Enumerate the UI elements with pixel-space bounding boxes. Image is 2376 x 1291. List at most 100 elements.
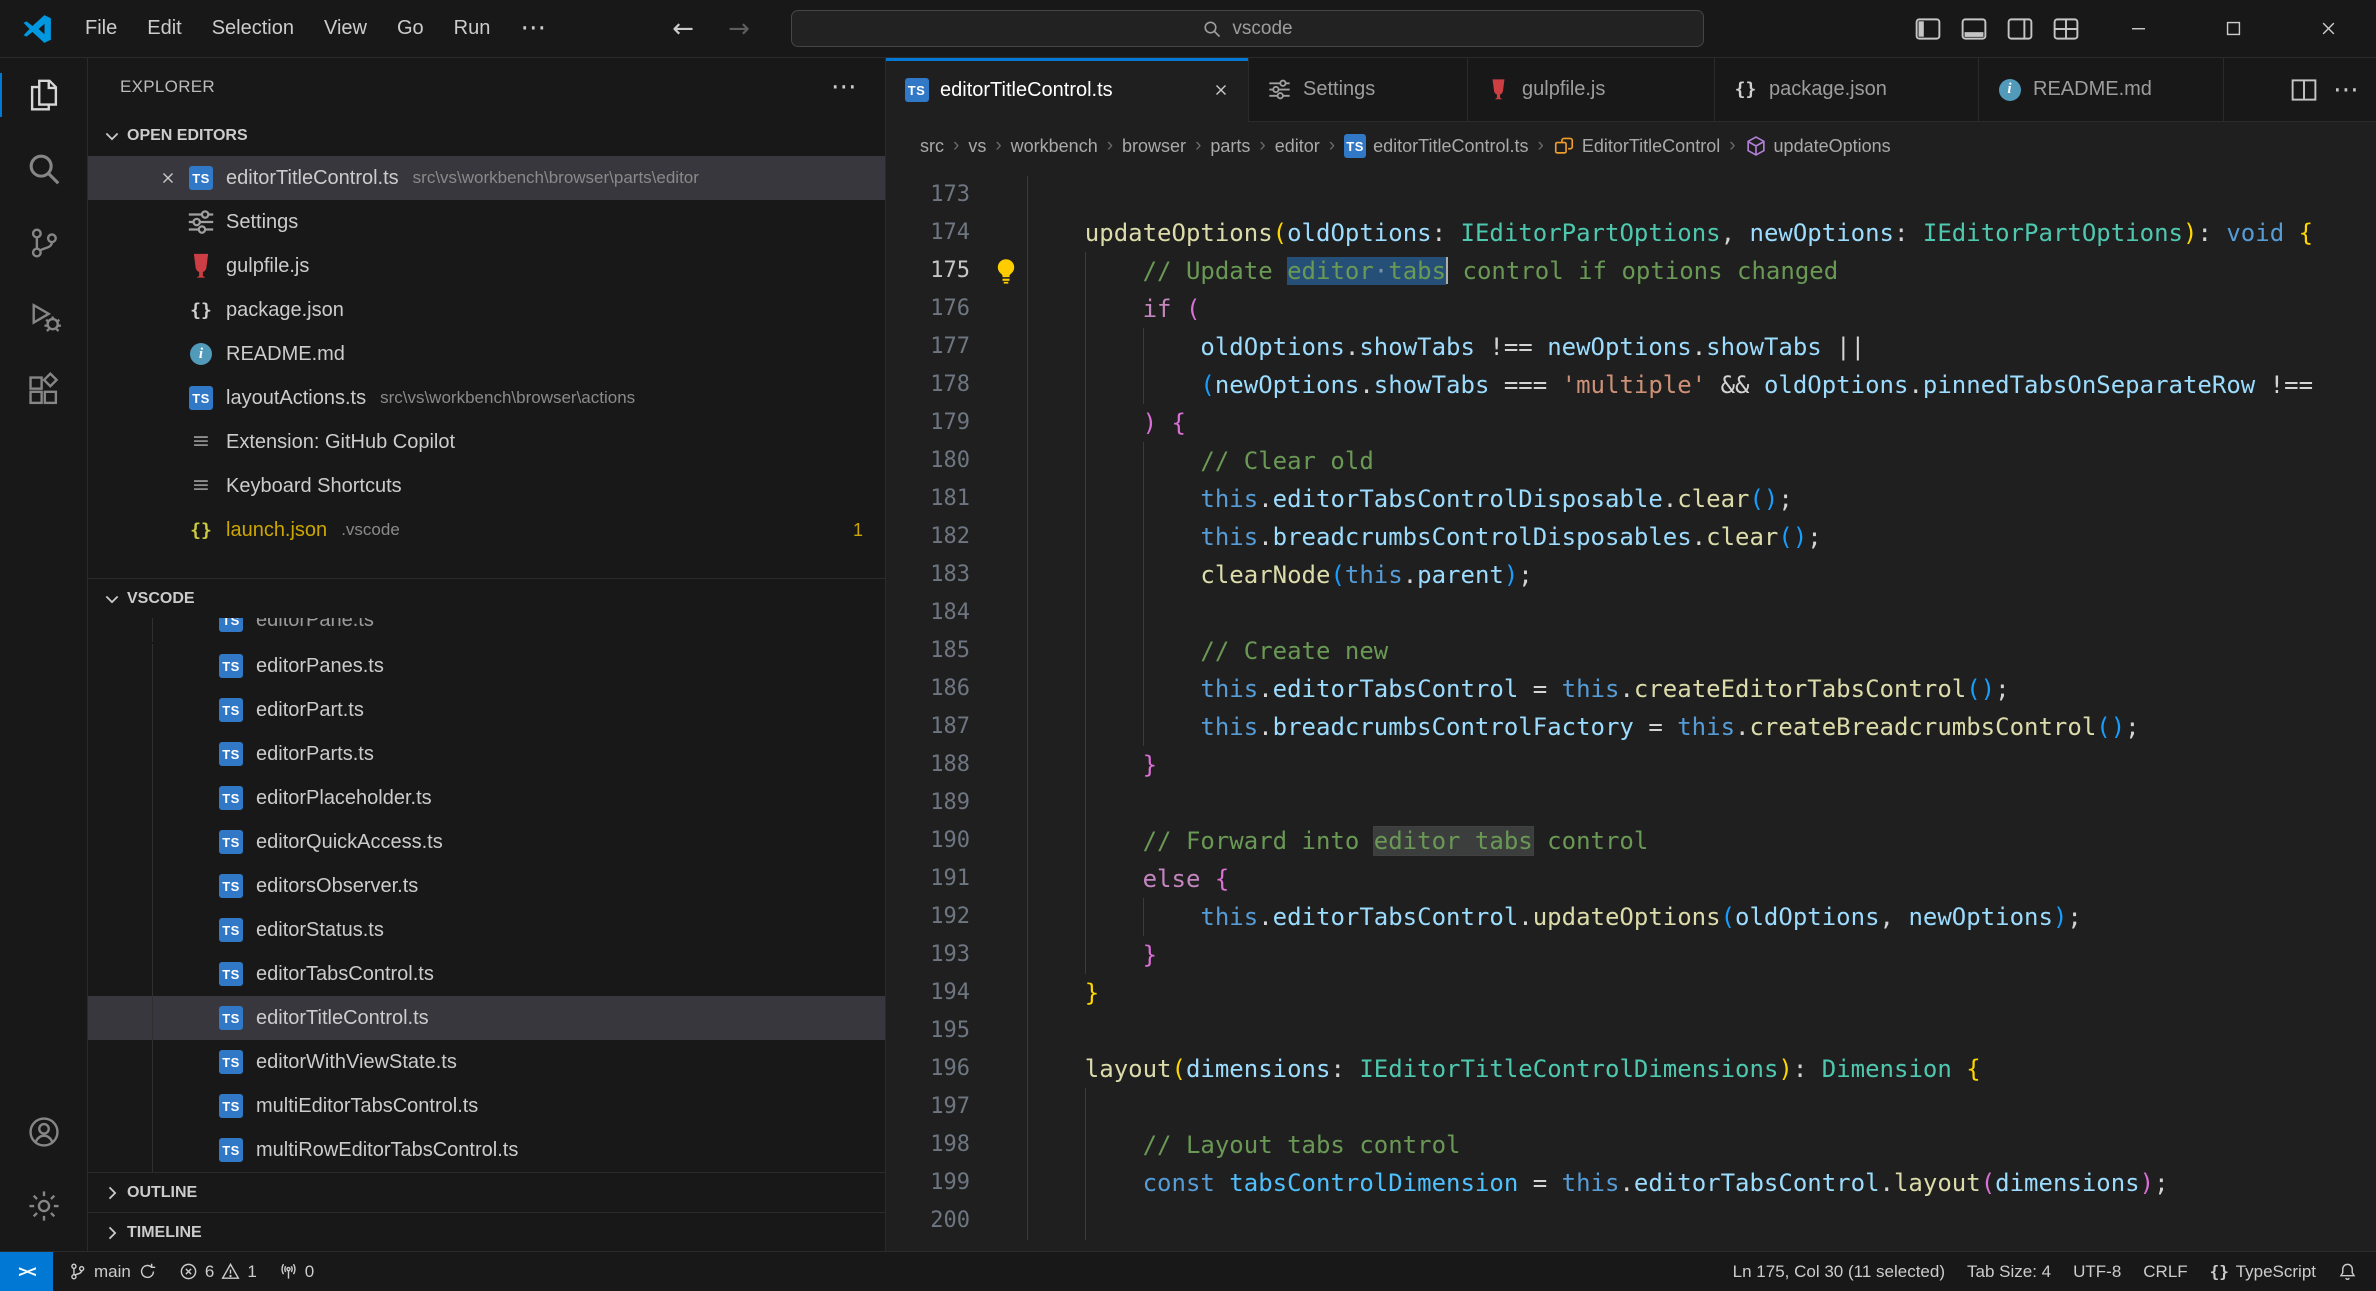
open-editor-item[interactable]: ≡ Keyboard Shortcuts bbox=[88, 464, 885, 508]
open-editor-item[interactable]: ≡ Extension: GitHub Copilot bbox=[88, 420, 885, 464]
code-line[interactable]: 180 // Clear old bbox=[886, 442, 2376, 480]
code-line[interactable]: 174 updateOptions(oldOptions: IEditorPart… bbox=[886, 214, 2376, 252]
tree-item[interactable]: TS multiEditorTabsControl.ts bbox=[88, 1084, 885, 1128]
breadcrumb-item[interactable]: EditorTitleControl bbox=[1553, 135, 1720, 157]
command-center-search[interactable]: vscode bbox=[791, 10, 1704, 47]
tab-gulpfile-js[interactable]: gulpfile.js bbox=[1468, 58, 1715, 121]
close-editor-button[interactable] bbox=[150, 160, 186, 196]
tree-item[interactable]: TS editorTabsControl.ts bbox=[88, 952, 885, 996]
remote-indicator[interactable]: >< bbox=[0, 1252, 53, 1291]
tree-item[interactable]: TS editorPane.ts bbox=[88, 618, 885, 642]
activity-manage[interactable] bbox=[0, 1169, 87, 1243]
back-button[interactable]: ← bbox=[660, 0, 706, 57]
section-timeline[interactable]: TIMELINE bbox=[88, 1212, 885, 1251]
breadcrumb-item[interactable]: TS editorTitleControl.ts bbox=[1344, 134, 1529, 158]
tab-package-json[interactable]: {} package.json bbox=[1715, 58, 1979, 121]
code-line[interactable]: 187 this.breadcrumbsControlFactory = this… bbox=[886, 708, 2376, 746]
code-line[interactable]: 193} bbox=[886, 936, 2376, 974]
encoding[interactable]: UTF-8 bbox=[2062, 1252, 2132, 1291]
maximize-button[interactable] bbox=[2186, 0, 2281, 57]
code-line[interactable]: 178 (newOptions.showTabs === 'multiple' &… bbox=[886, 366, 2376, 404]
activity-search[interactable] bbox=[0, 132, 87, 206]
code-line[interactable]: 185 // Create new bbox=[886, 632, 2376, 670]
code-line[interactable]: 179) { bbox=[886, 404, 2376, 442]
tree-item[interactable]: TS multiRowEditorTabsControl.ts bbox=[88, 1128, 885, 1172]
code-line[interactable]: 176 if ( bbox=[886, 290, 2376, 328]
tree-item[interactable]: TS editorWithViewState.ts bbox=[88, 1040, 885, 1084]
code-line[interactable]: 186 this.editorTabsControl = this.createE… bbox=[886, 670, 2376, 708]
tree-item[interactable]: TS editorTitleControl.ts bbox=[88, 996, 885, 1040]
menu-selection[interactable]: Selection bbox=[197, 17, 309, 40]
breadcrumb-item[interactable]: updateOptions bbox=[1745, 135, 1891, 157]
code-line[interactable]: 192 this.editorTabsControl.updateOptions(… bbox=[886, 898, 2376, 936]
language-mode[interactable]: {} TypeScript bbox=[2199, 1252, 2327, 1291]
section-open-editors[interactable]: OPEN EDITORS bbox=[88, 116, 885, 156]
code-line[interactable]: 183 clearNode(this.parent); bbox=[886, 556, 2376, 594]
problems-status[interactable]: 61 bbox=[168, 1252, 268, 1291]
eol[interactable]: CRLF bbox=[2132, 1252, 2198, 1291]
tab-settings[interactable]: Settings bbox=[1249, 58, 1468, 121]
lightbulb-icon[interactable] bbox=[992, 257, 1020, 285]
menu-overflow[interactable]: ⋯ bbox=[505, 15, 561, 42]
breadcrumb-item[interactable]: vs bbox=[968, 136, 986, 157]
open-editor-item[interactable]: TS layoutActions.ts src\vs\workbench\brows… bbox=[88, 376, 885, 420]
activity-run-debug[interactable] bbox=[0, 280, 87, 354]
code-line[interactable]: 198 // Layout tabs control bbox=[886, 1126, 2376, 1164]
open-editor-item[interactable]: i README.md bbox=[88, 332, 885, 376]
breadcrumb-item[interactable]: src bbox=[920, 136, 944, 157]
menu-edit[interactable]: Edit bbox=[132, 17, 196, 40]
tree-item[interactable]: TS editorPart.ts bbox=[88, 688, 885, 732]
tree-item[interactable]: TS editorStatus.ts bbox=[88, 908, 885, 952]
code-line[interactable]: 200 bbox=[886, 1202, 2376, 1240]
code-line[interactable]: 177 oldOptions.showTabs !== newOptions.sh… bbox=[886, 328, 2376, 366]
branch-status[interactable]: main bbox=[57, 1252, 168, 1291]
code-line[interactable]: 195 bbox=[886, 1012, 2376, 1050]
code-line[interactable]: 194} bbox=[886, 974, 2376, 1012]
menu-file[interactable]: File bbox=[70, 17, 132, 40]
ports-status[interactable]: 0 bbox=[268, 1252, 325, 1291]
tab-readme-md[interactable]: i README.md bbox=[1979, 58, 2224, 121]
code-line[interactable]: 190 // Forward into editor tabs control bbox=[886, 822, 2376, 860]
open-editor-item[interactable]: gulpfile.js bbox=[88, 244, 885, 288]
activity-accounts[interactable] bbox=[0, 1095, 87, 1169]
explorer-more-actions-icon[interactable]: ⋯ bbox=[829, 72, 859, 102]
breadcrumb-item[interactable]: parts bbox=[1210, 136, 1250, 157]
tree-item[interactable]: TS editorsObserver.ts bbox=[88, 864, 885, 908]
cursor-position[interactable]: Ln 175, Col 30 (11 selected) bbox=[1722, 1252, 1956, 1291]
activity-source-control[interactable] bbox=[0, 206, 87, 280]
section-vscode[interactable]: VSCODE bbox=[88, 578, 885, 618]
code-line[interactable]: 196 layout(dimensions: IEditorTitleContro… bbox=[886, 1050, 2376, 1088]
breadcrumb-item[interactable]: editor bbox=[1275, 136, 1320, 157]
close-button[interactable] bbox=[2281, 0, 2376, 57]
breadcrumb-item[interactable]: workbench bbox=[1011, 136, 1098, 157]
code-line[interactable]: 173 bbox=[886, 176, 2376, 214]
code-line[interactable]: 189 bbox=[886, 784, 2376, 822]
forward-button[interactable]: → bbox=[716, 0, 762, 57]
tree-item[interactable]: TS editorQuickAccess.ts bbox=[88, 820, 885, 864]
open-editor-item[interactable]: Settings bbox=[88, 200, 885, 244]
tree-item[interactable]: TS editorParts.ts bbox=[88, 732, 885, 776]
tab-editortitlecontrol-ts[interactable]: TS editorTitleControl.ts bbox=[886, 58, 1249, 122]
code-line[interactable]: 175 // Update editor·tabs control if opti… bbox=[886, 252, 2376, 290]
menu-go[interactable]: Go bbox=[382, 17, 439, 40]
section-outline[interactable]: OUTLINE bbox=[88, 1172, 885, 1212]
open-editor-item[interactable]: TS editorTitleControl.ts src\vs\workbench\… bbox=[88, 156, 885, 200]
split-editor-icon[interactable] bbox=[2290, 76, 2318, 104]
indentation[interactable]: Tab Size: 4 bbox=[1956, 1252, 2062, 1291]
breadcrumb-item[interactable]: browser bbox=[1122, 136, 1186, 157]
open-editor-item[interactable]: {} package.json bbox=[88, 288, 885, 332]
code-line[interactable]: 199 const tabsControlDimension = this.edi… bbox=[886, 1164, 2376, 1202]
activity-extensions[interactable] bbox=[0, 354, 87, 428]
tree-item[interactable]: TS editorPlaceholder.ts bbox=[88, 776, 885, 820]
minimize-button[interactable] bbox=[2091, 0, 2186, 57]
open-editor-item[interactable]: {} launch.json .vscode 1 bbox=[88, 508, 885, 552]
code-line[interactable]: 182 this.breadcrumbsControlDisposables.cl… bbox=[886, 518, 2376, 556]
code-line[interactable]: 184 bbox=[886, 594, 2376, 632]
more-actions-icon[interactable]: ⋯ bbox=[2332, 76, 2360, 104]
close-tab-button[interactable] bbox=[1206, 75, 1236, 105]
menu-run[interactable]: Run bbox=[439, 17, 506, 40]
code-line[interactable]: 181 this.editorTabsControlDisposable.clea… bbox=[886, 480, 2376, 518]
notifications[interactable] bbox=[2327, 1252, 2368, 1291]
code-line[interactable]: 188} bbox=[886, 746, 2376, 784]
code-line[interactable]: 191 else { bbox=[886, 860, 2376, 898]
